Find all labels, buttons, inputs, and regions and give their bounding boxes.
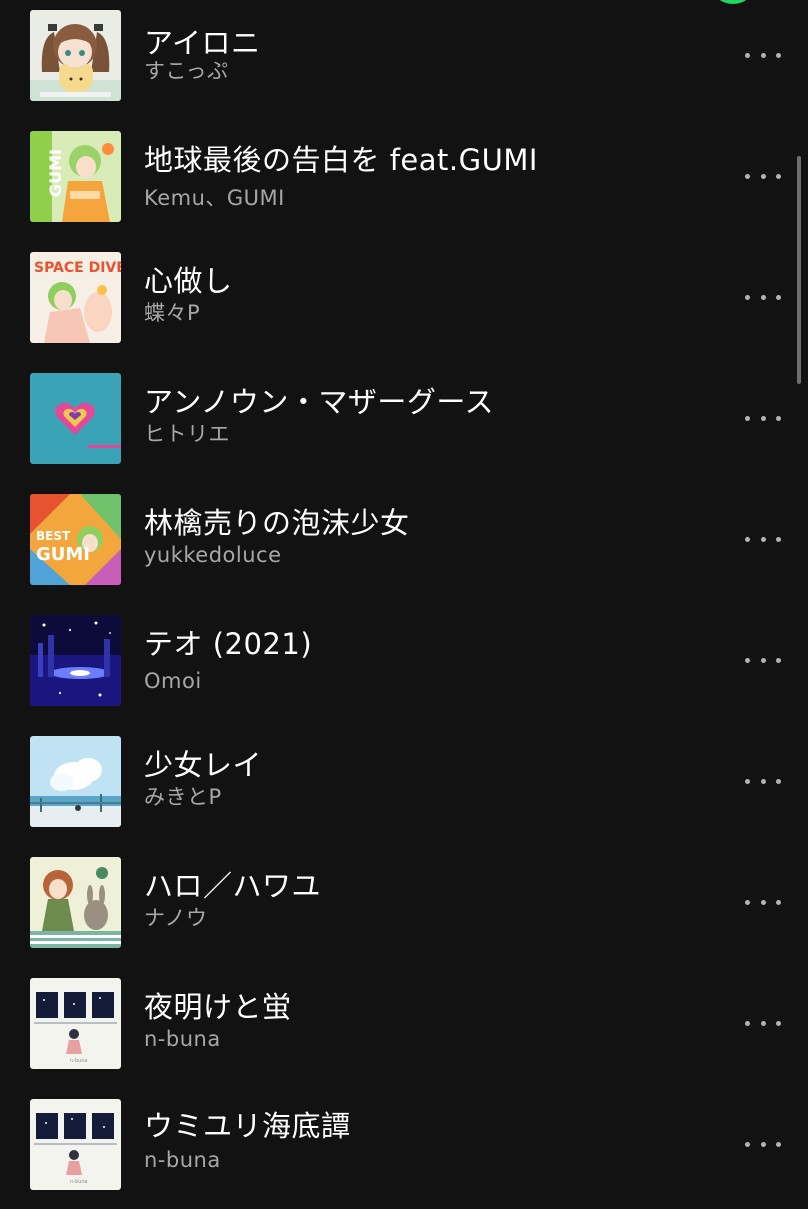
track-title: ウミユリ海底譚 (144, 1109, 351, 1143)
track-title: 林檎売りの泡沫少女 (144, 506, 410, 540)
more-horizontal-icon[interactable] (745, 408, 781, 428)
track-title: アイロニ (144, 26, 261, 60)
track-title: アンノウン・マザーグース (144, 385, 494, 419)
track-artist: n-buna (144, 1148, 221, 1172)
more-horizontal-icon[interactable] (745, 1013, 781, 1033)
track-title: 地球最後の告白を feat.GUMI (144, 143, 538, 177)
track-row[interactable]: アンノウン・マザーグース ヒトリエ (0, 363, 808, 483)
album-art (30, 857, 121, 948)
more-horizontal-icon[interactable] (745, 1134, 781, 1154)
svg-text:n-buna: n-buna (70, 1058, 88, 1064)
track-row[interactable]: ハロ／ハワユ ナノウ (0, 847, 808, 967)
album-art (30, 615, 121, 706)
more-horizontal-icon[interactable] (745, 287, 781, 307)
more-horizontal-icon[interactable] (745, 166, 781, 186)
track-artist: ナノウ (144, 906, 208, 930)
track-artist: すこっぷ (144, 59, 229, 83)
track-artist: Omoi (144, 669, 202, 693)
album-art: n-buna (30, 1099, 121, 1190)
album-art (30, 736, 121, 827)
album-art: n-buna (30, 978, 121, 1069)
track-row[interactable]: BEST GUMI 林檎売りの泡沫少女 yukkedoluce (0, 484, 808, 604)
more-horizontal-icon[interactable] (745, 892, 781, 912)
track-artist: n-buna (144, 1027, 221, 1051)
track-row[interactable]: GUMI 地球最後の告白を feat.GUMI Kemu、GUMI (0, 121, 808, 241)
track-title: ハロ／ハワユ (144, 869, 322, 903)
track-row[interactable]: SPACE DIVE!! 心做し 蝶々P (0, 242, 808, 362)
track-title: 少女レイ (144, 748, 263, 782)
svg-text:GUMI: GUMI (46, 149, 65, 197)
album-art (30, 373, 121, 464)
track-row[interactable]: アイロニ すこっぷ (0, 0, 808, 120)
track-artist: 蝶々P (144, 301, 201, 325)
track-row[interactable]: 少女レイ みきとP (0, 726, 808, 846)
track-title: 夜明けと蛍 (144, 990, 292, 1024)
album-art (30, 10, 121, 101)
album-art: BEST GUMI (30, 494, 121, 585)
track-title: 心做し (144, 264, 233, 298)
more-horizontal-icon[interactable] (745, 529, 781, 549)
svg-text:SPACE DIVE!!: SPACE DIVE!! (34, 260, 121, 276)
more-horizontal-icon[interactable] (745, 771, 781, 791)
track-row[interactable]: n-buna ウミユリ海底譚 n-buna (0, 1089, 808, 1209)
album-art: GUMI (30, 131, 121, 222)
track-artist: Kemu、GUMI (144, 186, 285, 210)
more-horizontal-icon[interactable] (745, 45, 781, 65)
track-row[interactable]: n-buna 夜明けと蛍 n-buna (0, 968, 808, 1088)
track-artist: yukkedoluce (144, 543, 282, 567)
svg-text:GUMI: GUMI (36, 544, 90, 565)
track-artist: みきとP (144, 785, 222, 809)
track-artist: ヒトリエ (144, 422, 230, 446)
more-horizontal-icon[interactable] (745, 650, 781, 670)
album-art: SPACE DIVE!! (30, 252, 121, 343)
track-row[interactable]: テオ (2021) Omoi (0, 605, 808, 725)
svg-text:n-buna: n-buna (70, 1179, 88, 1185)
svg-text:BEST: BEST (36, 529, 71, 543)
track-title: テオ (2021) (144, 627, 313, 661)
